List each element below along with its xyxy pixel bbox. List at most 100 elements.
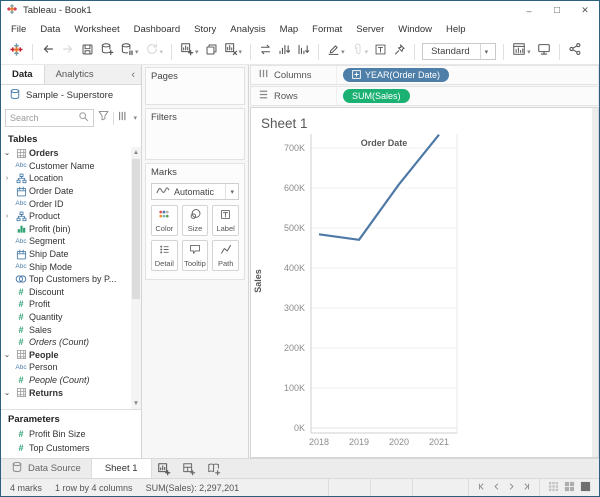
marks-path-button[interactable]: Path [212,240,239,271]
marks-label-button[interactable]: Label [212,205,239,236]
next-page-icon[interactable] [507,482,516,493]
last-page-icon[interactable] [522,482,531,493]
menu-file[interactable]: File [4,20,33,39]
tab-data[interactable]: Data [1,65,45,84]
scroll-thumb[interactable] [132,159,140,299]
expander-icon[interactable]: › [1,213,13,220]
field-profit[interactable]: #Profit [1,298,130,311]
field-order-id[interactable]: AbcOrder ID [1,197,130,210]
forward-button[interactable] [58,41,78,63]
marks-detail-button[interactable]: Detail [151,240,178,271]
chevron-down-icon[interactable]: ▾ [225,184,238,199]
clear-sheet-button[interactable]: ▾ [221,41,246,63]
swap-rows-columns-button[interactable] [256,41,275,63]
fit-dropdown[interactable]: Standard▾ [422,43,496,60]
menu-window[interactable]: Window [391,20,439,39]
new-story-icon[interactable] [202,459,227,478]
field-profit-bin[interactable]: Profit (bin) [1,223,130,236]
tableau-logo-button[interactable] [6,41,27,63]
show-me-button[interactable]: ▾ [509,41,534,63]
menu-dashboard[interactable]: Dashboard [127,20,187,39]
new-dashboard-icon[interactable] [177,459,202,478]
view-options-icon[interactable] [117,109,129,127]
data-source-tab[interactable]: Data Source [1,459,92,478]
menu-server[interactable]: Server [349,20,391,39]
data-source-connection[interactable]: Sample - Superstore [1,85,141,106]
marks-tooltip-button[interactable]: Tooltip [182,240,209,271]
rows-shelf[interactable]: Rows SUM(Sales) [250,86,599,106]
group-members-button[interactable]: ▾ [348,41,372,63]
save-button[interactable] [78,41,97,63]
run-auto-updates-button[interactable]: ▾ [142,41,167,63]
filter-fields-icon[interactable] [97,109,110,127]
marks-size-button[interactable]: Size [182,205,209,236]
field-quantity[interactable]: #Quantity [1,311,130,324]
menu-data[interactable]: Data [33,20,67,39]
menu-map[interactable]: Map [273,20,305,39]
menu-story[interactable]: Story [187,20,223,39]
fix-axes-button[interactable] [390,41,409,63]
menu-format[interactable]: Format [305,20,349,39]
grid-view-dark-icon[interactable] [580,481,591,494]
columns-shelf[interactable]: Columns YEAR(Order Date) [250,65,599,85]
field-ship-date[interactable]: Ship Date [1,248,130,261]
pause-auto-updates-button[interactable]: ▾ [117,41,142,63]
chevron-down-icon[interactable]: ▾ [195,48,199,56]
sheet1-tab[interactable]: Sheet 1 [92,459,152,478]
expander-icon[interactable]: › [1,175,13,182]
chevron-down-icon[interactable]: ▾ [239,48,243,56]
pill-year-order-date[interactable]: YEAR(Order Date) [343,68,449,82]
scroll-up-icon[interactable]: ▲ [133,147,139,158]
search-input[interactable] [10,113,78,123]
menu-analysis[interactable]: Analysis [223,20,272,39]
field-order-date[interactable]: Order Date [1,185,130,198]
field-location[interactable]: ›Location [1,172,130,185]
field-discount[interactable]: #Discount [1,286,130,299]
menu-help[interactable]: Help [439,20,473,39]
chevron-down-icon[interactable]: ▾ [160,48,164,56]
chevron-down-icon[interactable]: ▾ [341,48,345,56]
sheet-vertical-scrollbar[interactable] [592,108,598,457]
maximize-icon[interactable]: □ [543,1,571,20]
field-segment[interactable]: AbcSegment [1,235,130,248]
filters-shelf[interactable]: Filters [145,108,245,160]
new-worksheet-button[interactable]: ▾ [177,41,202,63]
field-sales[interactable]: #Sales [1,323,130,336]
close-icon[interactable]: ✕ [571,1,599,20]
chevron-down-icon[interactable]: ▾ [133,114,137,122]
share-button[interactable] [565,41,585,63]
highlight-button[interactable]: ▾ [324,41,348,63]
menu-worksheet[interactable]: Worksheet [67,20,126,39]
field-list-scrollbar[interactable]: ▲ ▼ [131,147,141,409]
field-profit-bin-size[interactable]: #Profit Bin Size [1,427,141,441]
add-data-source-button[interactable] [97,41,117,63]
search-box[interactable] [5,109,94,127]
collapse-pane-icon[interactable]: ‹ [125,65,141,84]
table-orders[interactable]: ⌄Orders [1,147,130,160]
sort-ascending-button[interactable] [275,41,294,63]
chevron-down-icon[interactable]: ▾ [527,48,531,56]
presentation-mode-button[interactable] [534,41,554,63]
back-button[interactable] [38,41,58,63]
chevron-down-icon[interactable]: ▾ [480,44,493,59]
minimize-icon[interactable]: – [515,1,543,20]
table-returns[interactable]: ⌄Returns [1,386,130,399]
expander-icon[interactable]: ⌄ [1,149,13,157]
expander-icon[interactable]: ⌄ [1,351,13,359]
pill-sum-sales[interactable]: SUM(Sales) [343,89,410,103]
marks-color-button[interactable]: Color [151,205,178,236]
field-top-customers-by-p[interactable]: Top Customers by P... [1,273,130,286]
grid-view-light-icon[interactable] [548,481,559,494]
field-ship-mode[interactable]: AbcShip Mode [1,260,130,273]
expand-plus-icon[interactable] [352,70,361,81]
field-customer-name[interactable]: AbcCustomer Name [1,160,130,173]
expander-icon[interactable]: ⌄ [1,389,13,397]
new-worksheet-icon[interactable] [152,459,177,478]
mark-type-dropdown[interactable]: Automatic ▾ [151,183,239,200]
tab-analytics[interactable]: Analytics [45,65,105,84]
chevron-down-icon[interactable]: ▾ [135,48,139,56]
sort-descending-button[interactable] [294,41,313,63]
grid-view-medium-icon[interactable] [564,481,575,494]
field-product[interactable]: ›Product [1,210,130,223]
scroll-down-icon[interactable]: ▼ [133,398,139,409]
